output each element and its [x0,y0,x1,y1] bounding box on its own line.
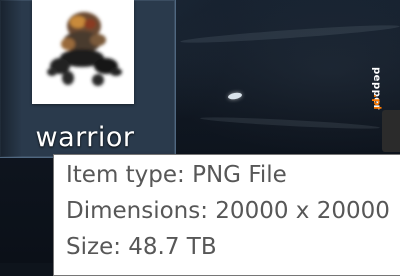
background-speck [227,91,243,101]
tooltip-dimensions: Dimensions: 20000 x 20000 [66,198,390,224]
background-streak [179,22,400,46]
background-streak [199,115,381,131]
file-thumbnail[interactable] [32,0,134,104]
file-info-tooltip: Item type: PNG File Dimensions: 20000 x … [53,154,400,276]
watermark-dot: .pl [371,94,382,110]
watermark-logo: pepper .pl [371,67,400,152]
file-name-label[interactable]: warrior [0,122,170,154]
warrior-image-icon [47,12,122,86]
tooltip-item-type: Item type: PNG File [66,162,287,188]
selected-file-item[interactable]: warrior [0,0,176,158]
tooltip-size: Size: 48.7 TB [66,234,217,260]
